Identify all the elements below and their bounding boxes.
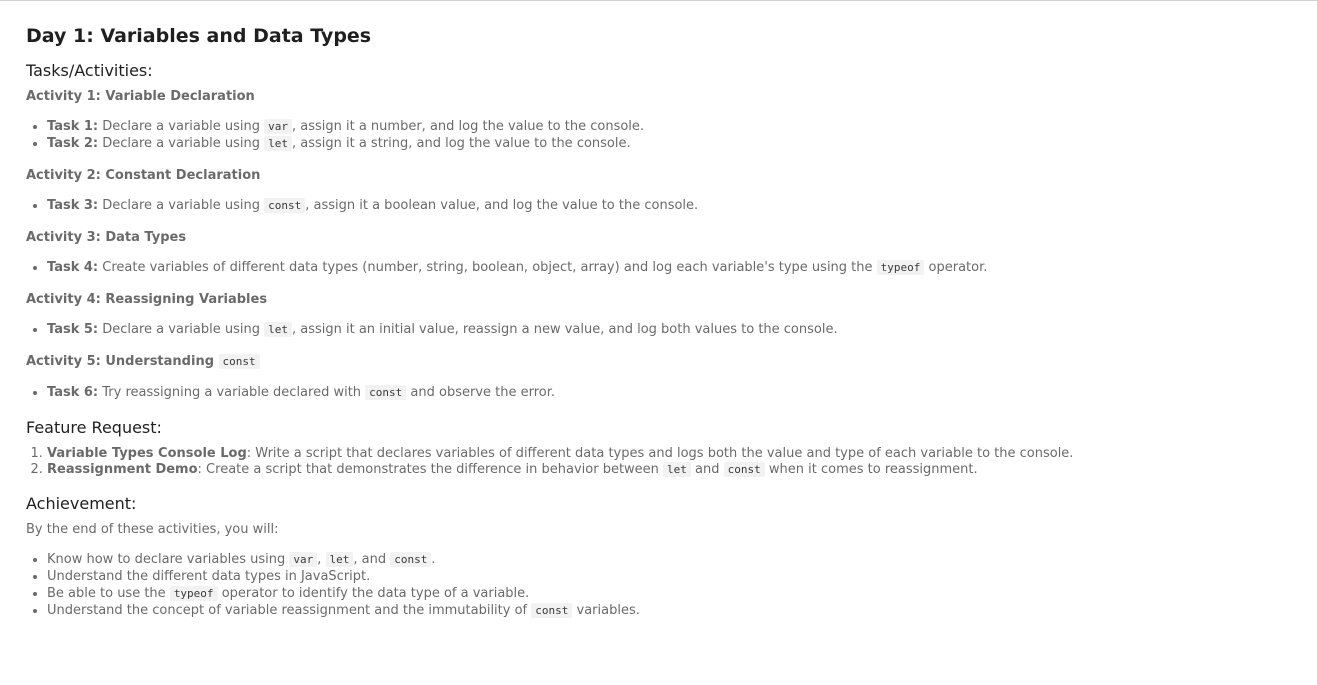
achievement-heading: Achievement:	[26, 494, 137, 513]
code-const: const	[531, 603, 573, 618]
task-item: Task 3: Declare a variable using const, …	[47, 197, 698, 214]
feature-item: Variable Types Console Log: Write a scri…	[47, 446, 1073, 462]
activity-3-task-list: Task 4: Create variables of different da…	[26, 259, 987, 276]
activity-1-heading: Activity 1: Variable Declaration	[26, 89, 255, 104]
code-let: let	[264, 322, 292, 337]
code-const: const	[723, 462, 765, 477]
feature-list: Variable Types Console Log: Write a scri…	[26, 446, 1073, 478]
task-item: Task 6: Try reassigning a variable decla…	[47, 384, 555, 401]
code-let: let	[264, 136, 292, 151]
code-const: const	[264, 198, 306, 213]
code-const: const	[218, 354, 260, 369]
achievement-list: Know how to declare variables using var,…	[26, 551, 640, 619]
activity-3-heading: Activity 3: Data Types	[26, 230, 187, 245]
activity-5-heading: Activity 5: Understanding const	[26, 354, 260, 369]
code-const: const	[390, 552, 432, 567]
tasks-heading: Tasks/Activities:	[26, 61, 153, 80]
activity-5-task-list: Task 6: Try reassigning a variable decla…	[26, 384, 555, 401]
task-item: Task 5: Declare a variable using let, as…	[47, 321, 838, 338]
page-title: Day 1: Variables and Data Types	[26, 25, 372, 47]
code-var: var	[289, 552, 318, 567]
code-const: const	[365, 385, 407, 400]
task-item: Task 1: Declare a variable using var, as…	[47, 118, 644, 135]
feature-request-heading: Feature Request:	[26, 418, 162, 437]
activity-2-heading: Activity 2: Constant Declaration	[26, 168, 261, 183]
feature-item: Reassignment Demo: Create a script that …	[47, 462, 1073, 478]
activity-4-heading: Activity 4: Reassigning Variables	[26, 292, 268, 307]
activity-1-task-list: Task 1: Declare a variable using var, as…	[26, 118, 644, 152]
achievement-item: Know how to declare variables using var,…	[47, 551, 640, 568]
code-typeof: typeof	[876, 260, 925, 275]
task-item: Task 2: Declare a variable using let, as…	[47, 135, 644, 152]
task-item: Task 4: Create variables of different da…	[47, 259, 987, 276]
activity-4-task-list: Task 5: Declare a variable using let, as…	[26, 321, 838, 338]
achievement-item: Understand the different data types in J…	[47, 568, 640, 585]
achievement-item: Be able to use the typeof operator to id…	[47, 585, 640, 602]
achievement-item: Understand the concept of variable reass…	[47, 602, 640, 619]
achievement-intro: By the end of these activities, you will…	[26, 522, 279, 537]
code-typeof: typeof	[169, 586, 218, 601]
code-let: let	[325, 552, 354, 567]
code-var: var	[264, 119, 292, 134]
code-let: let	[663, 462, 691, 477]
activity-2-task-list: Task 3: Declare a variable using const, …	[26, 197, 698, 214]
